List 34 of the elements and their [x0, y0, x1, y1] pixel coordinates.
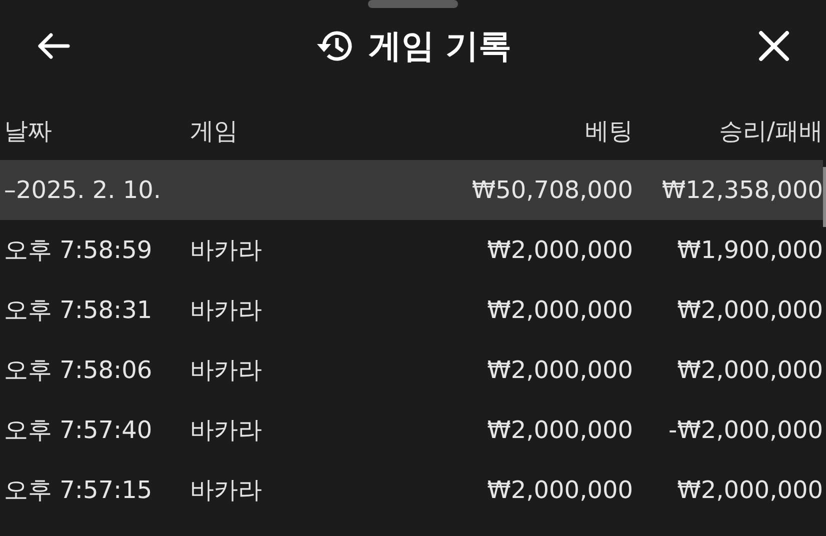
- game-cell-text: 바카라: [190, 355, 262, 386]
- time-cell-text: 오후 7:57:15: [4, 475, 152, 506]
- column-header: 승리/패배: [718, 116, 823, 147]
- result-cell: ₩2,000,000: [677, 476, 823, 504]
- column-header: 게임: [190, 116, 238, 147]
- group-result-total: ₩12,358,000: [662, 176, 823, 204]
- game-cell-text: 바카라: [190, 415, 262, 446]
- bet-cell: ₩2,000,000: [487, 296, 633, 324]
- game-cell-text: 바카라: [190, 475, 262, 506]
- result-cell: -₩2,000,000: [668, 416, 823, 444]
- back-arrow-icon[interactable]: [36, 32, 70, 60]
- game-cell-text: 바카라: [190, 295, 262, 326]
- result-cell: ₩2,000,000: [677, 296, 823, 324]
- bet-cell: ₩2,000,000: [487, 236, 633, 264]
- scrollbar[interactable]: [823, 167, 826, 227]
- time-cell-text: 오후 7:58:59: [4, 235, 152, 266]
- group-bet-total: ₩50,708,000: [472, 176, 633, 204]
- result-cell: ₩2,000,000: [677, 356, 823, 384]
- close-icon[interactable]: [758, 30, 790, 62]
- screen-title: 게임 기록: [368, 24, 512, 66]
- history-icon: [316, 28, 354, 64]
- time-cell-text: 오후 7:57:40: [4, 415, 152, 446]
- group-date: –2025. 2. 10.: [4, 176, 162, 204]
- bet-cell: ₩2,000,000: [487, 416, 633, 444]
- date-group-row[interactable]: –2025. 2. 10.: [0, 160, 433, 220]
- result-cell: ₩1,900,000: [677, 236, 823, 264]
- column-header: 베팅: [585, 116, 633, 147]
- game-cell-text: 바카라: [190, 235, 262, 266]
- column-header: 날짜: [4, 116, 52, 147]
- time-cell-text: 오후 7:58:06: [4, 355, 152, 386]
- drag-handle[interactable]: [368, 0, 458, 8]
- bet-cell: ₩2,000,000: [487, 356, 633, 384]
- time-cell-text: 오후 7:58:31: [4, 295, 152, 326]
- bet-cell: ₩2,000,000: [487, 476, 633, 504]
